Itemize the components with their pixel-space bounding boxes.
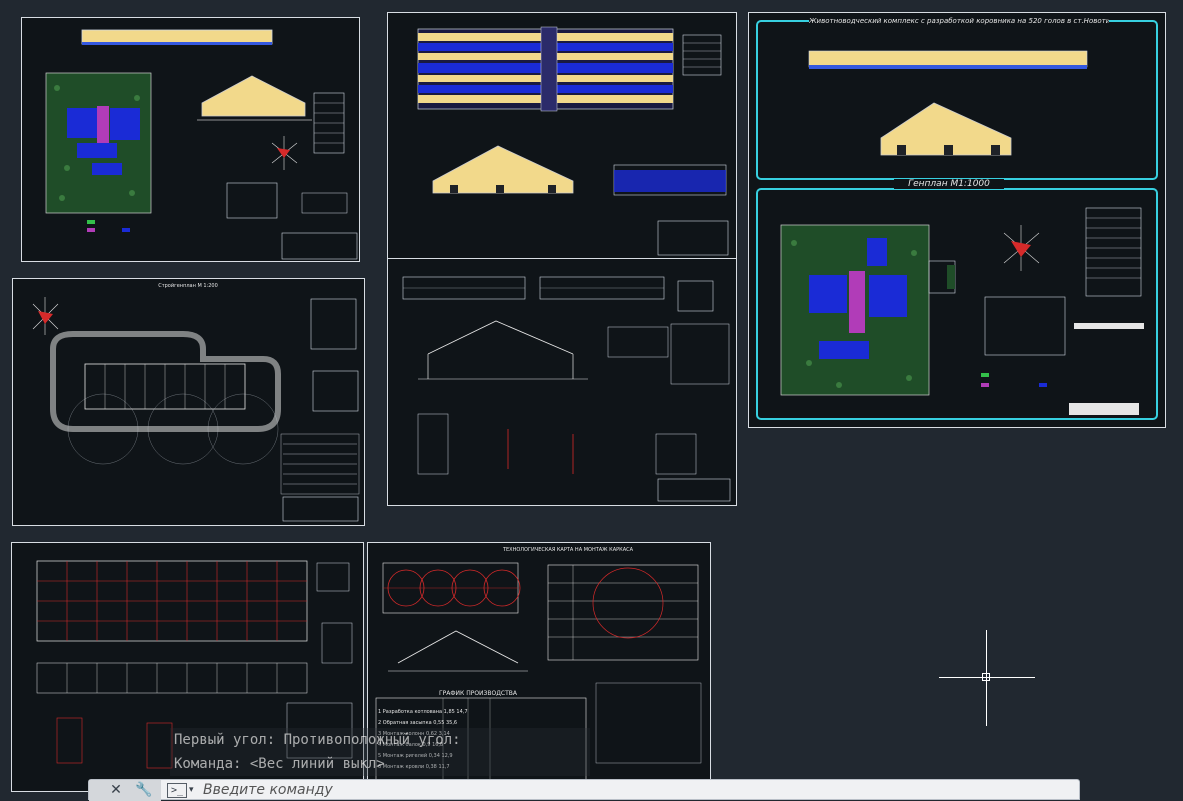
customize-icon[interactable]: 🔧 — [135, 782, 153, 799]
table-row: 1 Разработка котлована 1,85 14,7 — [378, 709, 468, 715]
recent-commands-dropdown-icon[interactable]: ▾ — [189, 782, 199, 799]
genplan-title: Генплан М1:1000 — [894, 179, 1004, 189]
sheet-graphics — [756, 20, 1158, 420]
drawing-sheet-floor-plan — [387, 12, 737, 260]
history-line: Первый угол: Противоположный угол: — [170, 728, 590, 752]
tech-map-title: ТЕХНОЛОГИЧЕСКАЯ КАРТА НА МОНТАЖ КАРКАСА — [502, 547, 634, 553]
sheet-graphics — [402, 276, 731, 502]
sheet-graphics — [417, 26, 729, 256]
drawing-sheet-construction-plan: Стройгенплан М 1:200 — [12, 278, 365, 526]
history-line: Команда: <Вес линий выкл> — [170, 752, 590, 776]
close-icon[interactable]: ✕ — [107, 782, 125, 799]
grafik-title: ГРАФИК ПРОИЗВОДСТВА — [439, 690, 517, 697]
sheet-graphics — [45, 29, 358, 260]
sheet-title: Животноводческий комплекс с разработкой … — [809, 17, 1109, 25]
drawing-sheet-genplan: Животноводческий комплекс с разработкой … — [748, 12, 1166, 428]
drawing-sheet-general-plan — [21, 17, 360, 262]
pickbox — [982, 673, 990, 681]
stroygenplan-title: Стройгенплан М 1:200 — [158, 283, 218, 289]
command-line: ✕ 🔧 >_ ▾ — [88, 779, 1080, 801]
command-history: Первый угол: Противоположный угол: Коман… — [170, 728, 590, 776]
sheet-graphics — [32, 297, 360, 522]
drawing-sheet-sections — [387, 258, 737, 506]
command-line-buttons: ✕ 🔧 — [89, 780, 161, 801]
model-space[interactable]: Животноводческий комплекс с разработкой … — [0, 0, 1183, 800]
command-input[interactable] — [203, 781, 1063, 799]
command-prompt-icon[interactable]: >_ — [167, 783, 187, 798]
crosshair-cursor — [939, 630, 1035, 726]
